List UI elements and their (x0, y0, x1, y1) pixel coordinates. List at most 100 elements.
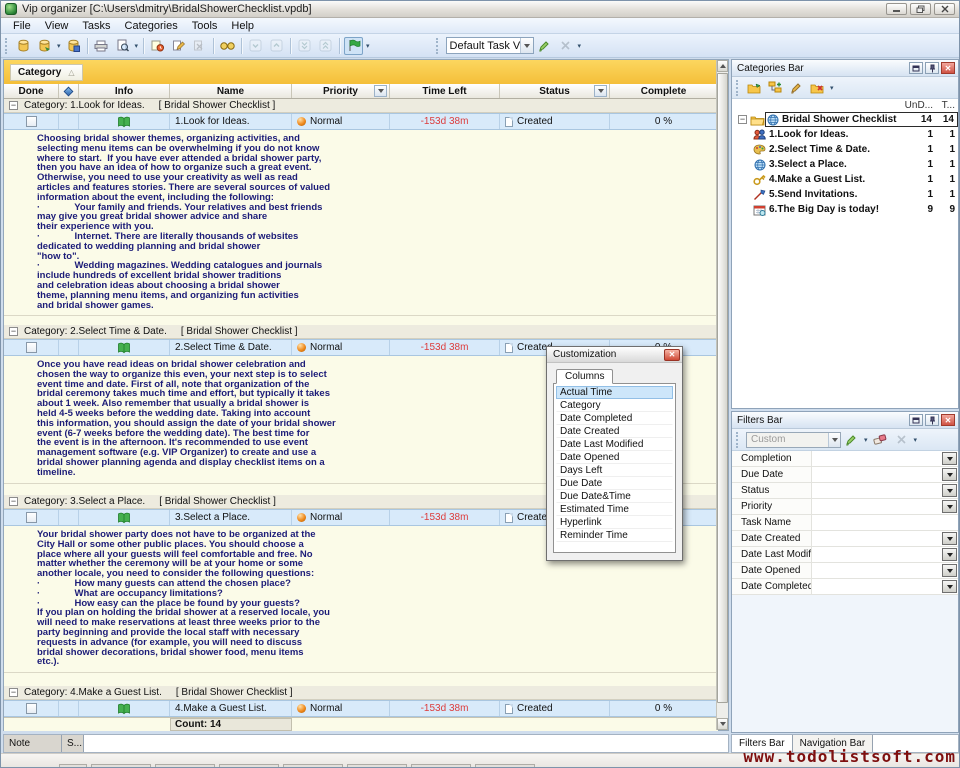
menu-tasks[interactable]: Tasks (75, 19, 117, 33)
tab-note[interactable]: Note (4, 735, 62, 752)
column-option[interactable]: Due Date&Time (556, 490, 673, 503)
menu-categories[interactable]: Categories (118, 19, 185, 33)
due-date-dropdown[interactable] (942, 468, 957, 481)
column-flag[interactable] (59, 84, 79, 98)
date-opened-dropdown[interactable] (942, 564, 957, 577)
column-option[interactable]: Date Completed (556, 412, 673, 425)
column-priority[interactable]: Priority (292, 84, 390, 98)
column-done[interactable]: Done (4, 84, 59, 98)
undone-column[interactable]: UnD... (903, 100, 933, 111)
filters-toolbar-dropdown[interactable]: ▾ (914, 436, 918, 444)
completion-dropdown[interactable] (942, 452, 957, 465)
total-column[interactable]: T... (933, 100, 955, 111)
print-button[interactable] (92, 37, 111, 55)
filter-preset-combobox[interactable]: Custom (746, 432, 841, 448)
column-option[interactable]: Date Opened (556, 451, 673, 464)
print-preview-button[interactable] (113, 37, 132, 55)
priority-dropdown[interactable] (942, 500, 957, 513)
selected-category[interactable]: Bridal Shower Checklist 14 14 (765, 112, 958, 127)
tree-item-5[interactable]: 5.Send Invitations. 1 1 (732, 187, 958, 202)
menu-tools[interactable]: Tools (185, 19, 225, 33)
delete-task-button[interactable] (190, 37, 209, 55)
move-up-button[interactable] (267, 37, 286, 55)
group-by-category-button[interactable]: Category △ (10, 64, 83, 81)
pin-panel-button[interactable] (925, 414, 939, 426)
view-button[interactable] (218, 37, 237, 55)
edit-category-button[interactable] (787, 79, 806, 97)
restore-button[interactable] (910, 3, 931, 15)
tree-item-root[interactable]: − Bridal Shower Checklist 14 14 (732, 112, 958, 127)
apply-filter-button[interactable] (842, 431, 861, 449)
tree-item-6[interactable]: 6.The Big Day is today! 9 9 (732, 202, 958, 217)
move-top-button[interactable] (316, 37, 335, 55)
print-dropdown[interactable]: ▾ (135, 42, 139, 50)
apply-filter-dropdown[interactable]: ▾ (864, 436, 868, 444)
scroll-thumb[interactable] (717, 73, 728, 703)
group-header-4[interactable]: − Category: 4.Make a Guest List. [ Brida… (4, 686, 718, 700)
new-subcategory-button[interactable] (766, 79, 785, 97)
remove-filter-button[interactable] (892, 431, 911, 449)
float-panel-button[interactable] (909, 414, 923, 426)
group-header-1[interactable]: − Category: 1.Look for Ideas. [ Bridal S… (4, 99, 718, 113)
view-toolbar-dropdown[interactable]: ▾ (578, 42, 582, 50)
flag-view-dropdown[interactable]: ▾ (366, 42, 370, 50)
tree-item-2[interactable]: 2.Select Time & Date. 1 1 (732, 142, 958, 157)
task-view-combobox[interactable]: Default Task V (446, 37, 534, 54)
column-time-left[interactable]: Time Left (390, 84, 500, 98)
tab-columns[interactable]: Columns (556, 369, 613, 384)
new-database-button[interactable] (14, 37, 33, 55)
pin-panel-button[interactable] (925, 62, 939, 74)
collapse-icon[interactable]: − (9, 688, 18, 697)
column-option[interactable]: Estimated Time (556, 503, 673, 516)
collapse-icon[interactable]: − (9, 101, 18, 110)
move-down-button[interactable] (246, 37, 265, 55)
scroll-down-button[interactable] (717, 718, 728, 730)
close-button[interactable] (934, 3, 955, 15)
menu-view[interactable]: View (38, 19, 76, 33)
dialog-titlebar[interactable]: Customization ✕ (547, 347, 682, 363)
date-created-dropdown[interactable] (942, 532, 957, 545)
task-row-4[interactable]: 4.Make a Guest List. Normal -153d 38m Cr… (4, 700, 718, 717)
flag-view-button[interactable] (344, 37, 363, 55)
minimize-button[interactable] (886, 3, 907, 15)
column-complete[interactable]: Complete (610, 84, 718, 98)
status-filter-dropdown[interactable] (594, 85, 607, 97)
close-panel-button[interactable]: ✕ (941, 62, 955, 74)
move-bottom-button[interactable] (295, 37, 314, 55)
column-info[interactable]: Info (79, 84, 170, 98)
task-view-dropdown[interactable] (520, 38, 533, 53)
menu-help[interactable]: Help (224, 19, 261, 33)
filter-preset-dropdown[interactable] (828, 433, 840, 447)
column-name[interactable]: Name (170, 84, 292, 98)
new-task-button[interactable] (148, 37, 167, 55)
column-status[interactable]: Status (500, 84, 610, 98)
collapse-icon[interactable]: − (9, 497, 18, 506)
open-database-dropdown[interactable]: ▾ (57, 42, 61, 50)
group-header-2[interactable]: − Category: 2.Select Time & Date. [ Brid… (4, 325, 718, 339)
column-option[interactable]: Hyperlink (556, 516, 673, 529)
open-database-button[interactable] (35, 37, 54, 55)
float-panel-button[interactable] (909, 62, 923, 74)
done-checkbox[interactable] (26, 703, 37, 714)
column-option[interactable]: Reminder Time (556, 529, 673, 542)
column-option[interactable]: Date Created (556, 425, 673, 438)
done-checkbox[interactable] (26, 116, 37, 127)
date-last-modified-dropdown[interactable] (942, 548, 957, 561)
done-checkbox[interactable] (26, 512, 37, 523)
grid-vertical-scrollbar[interactable] (716, 60, 728, 730)
column-option[interactable]: Date Last Modified (556, 438, 673, 451)
categories-toolbar-dropdown[interactable]: ▾ (830, 84, 834, 92)
new-category-button[interactable] (745, 79, 764, 97)
edit-task-button[interactable] (169, 37, 188, 55)
tree-item-4[interactable]: 4.Make a Guest List. 1 1 (732, 172, 958, 187)
delete-category-button[interactable] (808, 79, 827, 97)
tab-s[interactable]: S... (62, 735, 84, 752)
tree-item-1[interactable]: 1.Look for Ideas. 1 1 (732, 127, 958, 142)
apply-view-button[interactable] (535, 37, 554, 55)
clear-filter-button[interactable] (871, 431, 890, 449)
dialog-close-button[interactable]: ✕ (664, 349, 680, 361)
done-checkbox[interactable] (26, 342, 37, 353)
collapse-icon[interactable]: − (738, 115, 747, 124)
column-option[interactable]: Days Left (556, 464, 673, 477)
column-option[interactable]: Due Date (556, 477, 673, 490)
